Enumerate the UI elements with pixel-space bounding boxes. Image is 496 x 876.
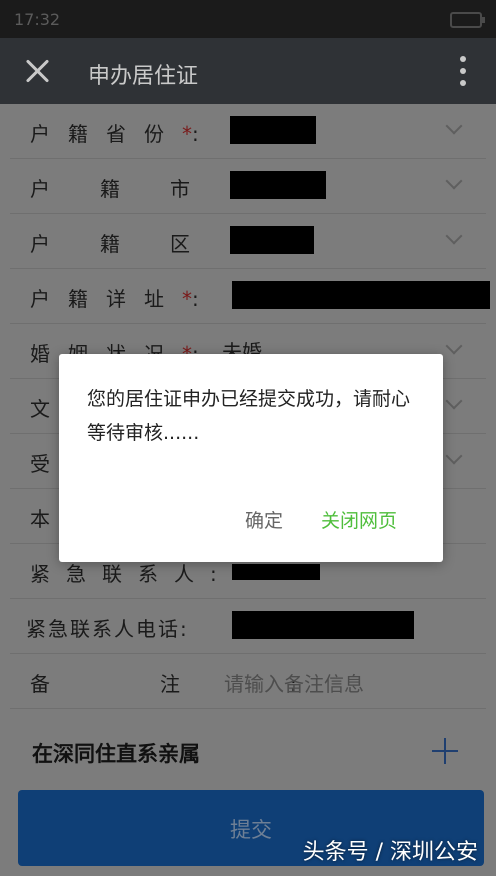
status-bar: 17:32 [0, 0, 496, 38]
chevron-down-icon [445, 172, 463, 190]
redacted-value [230, 226, 314, 254]
close-page-button[interactable]: 关闭网页 [321, 506, 397, 533]
app-bar: 申办居住证 [0, 38, 496, 104]
field-label: 户籍省份*: [30, 122, 199, 146]
close-icon[interactable] [20, 54, 54, 88]
form-row-remarks[interactable]: 备注: 请输入备注信息 [10, 654, 486, 709]
battery-icon [450, 12, 485, 28]
field-label: 紧急联系人电话: [26, 617, 187, 641]
dialog-message: 您的居住证申办已经提交成功，请耐心等待审核...... [87, 388, 411, 444]
screen: 17:32 申办居住证 户籍省份*: 户籍市*: 户籍区*: 户籍详址*: [0, 0, 496, 876]
field-label: 户籍区*: [30, 232, 257, 256]
status-time: 17:32 [14, 10, 61, 29]
redacted-value [232, 564, 320, 580]
redacted-value [230, 171, 326, 199]
remarks-input[interactable]: 请输入备注信息 [224, 668, 364, 697]
chevron-down-icon [445, 392, 463, 410]
form-row-province[interactable]: 户籍省份*: [10, 104, 486, 159]
chevron-down-icon [445, 117, 463, 135]
chevron-down-icon [445, 337, 463, 355]
field-label: 户籍详址*: [30, 287, 199, 311]
field-label: 户籍市*: [30, 177, 257, 201]
page-title: 申办居住证 [88, 64, 199, 89]
form-row-district[interactable]: 户籍区*: [10, 214, 486, 269]
section-title: 在深同住直系亲属 [32, 742, 200, 766]
watermark: 头条号 / 深圳公安 [302, 840, 478, 865]
redacted-value [230, 116, 316, 144]
redacted-value [232, 611, 414, 639]
confirm-button[interactable]: 确定 [245, 506, 283, 533]
form-row-emergency-phone[interactable]: 紧急联系人电话: [10, 599, 486, 654]
form-row-city[interactable]: 户籍市*: [10, 159, 486, 214]
chevron-down-icon [445, 447, 463, 465]
form-row-address[interactable]: 户籍详址*: [10, 269, 490, 324]
more-options-icon[interactable] [460, 56, 466, 86]
redacted-value [232, 281, 490, 309]
add-icon[interactable] [432, 738, 458, 764]
success-dialog: 您的居住证申办已经提交成功，请耐心等待审核...... 确定 关闭网页 [59, 354, 443, 562]
relatives-section: 在深同住直系亲属 [0, 718, 496, 782]
chevron-down-icon [445, 227, 463, 245]
field-label: 紧急联系人: [30, 562, 217, 586]
